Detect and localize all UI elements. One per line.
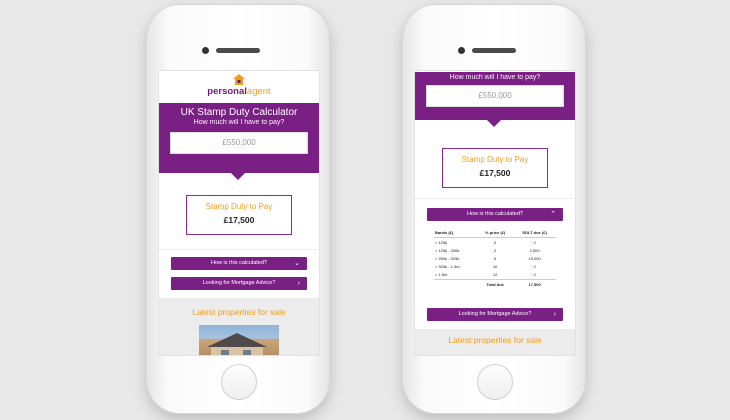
percent-cell: 2 [494, 247, 497, 253]
how-calculated-button[interactable]: How is this calculated? ⌃ [427, 208, 563, 221]
calculator-panel: UK Stamp Duty Calculator How much will I… [159, 103, 319, 180]
panel-notch [487, 120, 501, 127]
earpiece-speaker [472, 48, 516, 53]
property-image[interactable] [199, 325, 279, 355]
mortgage-advice-button[interactable]: Looking for Mortgage Advice? › [171, 277, 307, 290]
table-row: > 925k - 1.5m 10 0 [434, 263, 556, 271]
table-row: > 1.5m 12 0 [434, 271, 556, 280]
table-row: < 125k 0 0 [434, 238, 556, 247]
table-row: > 250k - 925k 5 15,000 [434, 254, 556, 262]
chevron-right-icon: › [553, 311, 556, 319]
band-cell: > 925k - 1.5m [435, 264, 460, 270]
house-window [243, 350, 251, 355]
percent-cell: 12 [492, 272, 498, 278]
percent-cell: 0 [494, 239, 497, 245]
home-button[interactable] [477, 364, 513, 400]
due-cell: 0 [533, 239, 536, 245]
column-header: Bands (£) [434, 229, 478, 238]
duty-result-box: Stamp Duty to Pay £17,500 [442, 148, 548, 188]
table-header-row: Bands (£) % price (£) SDLT due (£) [434, 229, 556, 238]
sdlt-breakdown-table: Bands (£) % price (£) SDLT due (£) < 125… [434, 229, 556, 289]
latest-properties-section: Latest properties for sale [415, 329, 575, 355]
home-button[interactable] [221, 364, 257, 400]
due-cell: 2,500 [529, 247, 540, 253]
chevron-down-icon: ⌄ [294, 260, 300, 267]
how-calculated-button[interactable]: How is this calculated? ⌄ [171, 257, 307, 270]
column-header: % price (£) [477, 229, 514, 238]
chevron-right-icon: › [297, 280, 300, 287]
calculator-question: How much will I have to pay? [449, 74, 541, 81]
panel-notch [231, 173, 245, 180]
earpiece-speaker [216, 48, 260, 53]
table-row: > 125k - 250k 2 2,500 [434, 246, 556, 254]
table-total-row: Total due 17,500 [434, 278, 556, 289]
percent-cell: 5 [494, 255, 497, 261]
duty-amount: £17,500 [479, 168, 511, 178]
total-label: Total due [477, 278, 514, 289]
how-calculated-label: How is this calculated? [467, 211, 523, 217]
total-value: 17,500 [513, 278, 556, 289]
percent-cell: 10 [492, 264, 498, 270]
latest-properties-heading: Latest properties for sale [192, 307, 286, 317]
logo-suffix: agent [246, 86, 271, 97]
logo[interactable]: personalagent [159, 86, 319, 97]
calculator-title: UK Stamp Duty Calculator [180, 107, 298, 118]
column-header: SDLT due (£) [513, 229, 556, 238]
phone-mockup-left: personalagent UK Stamp Duty Calculator H… [146, 4, 330, 414]
how-calculated-label: How is this calculated? [211, 260, 267, 266]
price-input[interactable]: £550,000 [170, 132, 308, 154]
band-cell: > 125k - 250k [435, 247, 460, 253]
chevron-up-icon: ⌃ [550, 211, 556, 218]
logo-prefix: personal [207, 86, 247, 97]
due-cell: 15,000 [528, 255, 541, 261]
house-wall [211, 347, 263, 355]
duty-label: Stamp Duty to Pay [461, 155, 529, 164]
due-cell: 0 [533, 272, 536, 278]
mortgage-advice-button[interactable]: Looking for Mortgage Advice? › [427, 308, 563, 322]
duty-amount: £17,500 [223, 215, 255, 225]
front-camera [202, 47, 209, 54]
mortgage-advice-label: Looking for Mortgage Advice? [202, 280, 276, 286]
latest-properties-section: Latest properties for sale [159, 298, 319, 355]
house-window [221, 350, 229, 355]
duty-label: Stamp Duty to Pay [205, 202, 273, 211]
band-cell: < 125k [435, 239, 448, 245]
empty-cell [434, 278, 478, 289]
front-camera [458, 47, 465, 54]
latest-properties-heading: Latest properties for sale [448, 335, 542, 346]
band-cell: > 1.5m [435, 272, 448, 278]
due-cell: 0 [533, 264, 536, 270]
price-input[interactable]: £550,000 [426, 85, 564, 107]
phone-mockup-right: How much will I have to pay? £550,000 St… [402, 4, 586, 414]
house-icon [233, 74, 245, 85]
calculator-panel: How much will I have to pay? £550,000 [415, 72, 575, 127]
phone-screen-right: How much will I have to pay? £550,000 St… [414, 70, 576, 356]
house-roof [207, 333, 267, 347]
duty-result-box: Stamp Duty to Pay £17,500 [186, 195, 292, 235]
mortgage-advice-label: Looking for Mortgage Advice? [458, 311, 532, 318]
calculator-question: How much will I have to pay? [193, 119, 285, 126]
site-header: personalagent [159, 71, 319, 103]
band-cell: > 250k - 925k [435, 255, 460, 261]
phone-screen-left: personalagent UK Stamp Duty Calculator H… [158, 70, 320, 356]
